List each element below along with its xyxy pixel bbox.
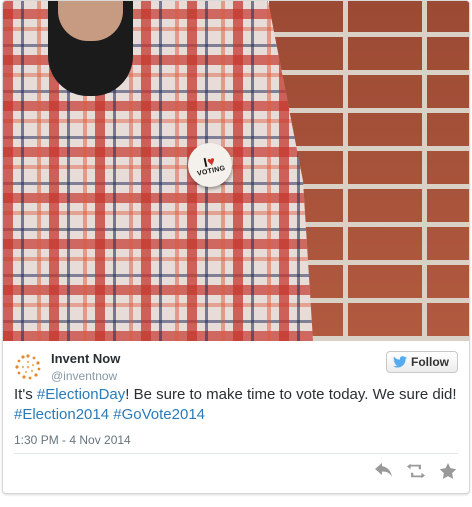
hashtag-election-day[interactable]: #ElectionDay [37, 386, 125, 403]
tweet-text-middle: ! Be sure to make time to vote today. We… [125, 386, 457, 403]
reply-icon[interactable] [375, 463, 393, 479]
tweet-actions [375, 463, 457, 479]
divider [14, 453, 458, 454]
embedded-tweet-card: I♥ VOTING Invent Now @inventnow Follow I… [2, 0, 470, 494]
hashtag-election-2014[interactable]: #Election2014 [14, 406, 109, 423]
retweet-icon[interactable] [407, 463, 425, 479]
tweet-photo[interactable]: I♥ VOTING [3, 1, 469, 341]
favorite-star-icon[interactable] [439, 463, 457, 479]
follow-button[interactable]: Follow [386, 351, 458, 373]
twitter-bird-icon [393, 356, 407, 368]
tweet-body: Invent Now @inventnow Follow It's #Elect… [3, 341, 469, 493]
tweet-text-prefix: It's [14, 386, 37, 403]
invent-now-logo-avatar[interactable] [14, 353, 42, 381]
pin-text-voting: VOTING [196, 164, 227, 178]
follow-label: Follow [411, 355, 449, 369]
hashtag-go-vote-2014[interactable]: #GoVote2014 [113, 406, 205, 423]
author-handle[interactable]: @inventnow [51, 369, 117, 383]
tweet-timestamp[interactable]: 1:30 PM - 4 Nov 2014 [14, 433, 131, 447]
author-name[interactable]: Invent Now [51, 351, 120, 366]
tweet-text: It's #ElectionDay! Be sure to make time … [14, 385, 459, 425]
